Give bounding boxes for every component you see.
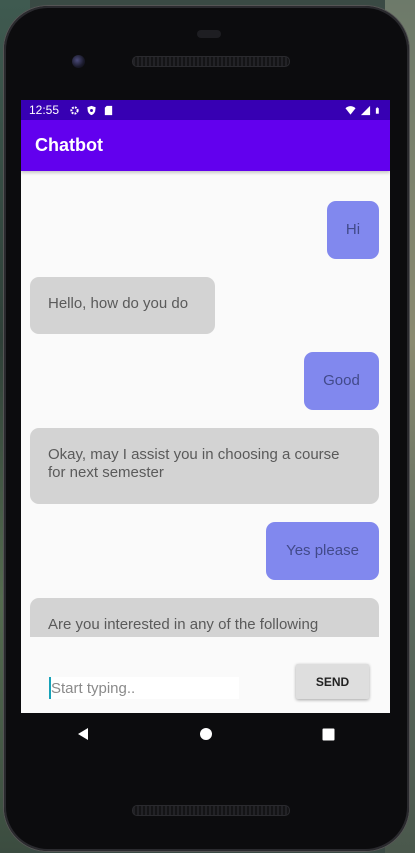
shield-icon — [87, 105, 96, 115]
home-icon — [199, 728, 212, 740]
send-button[interactable]: SEND — [296, 664, 369, 699]
app-bar: Chatbot — [21, 120, 390, 171]
user-message: Good — [304, 352, 379, 410]
user-message: Hi — [327, 201, 379, 259]
message-text: Yes please — [286, 542, 359, 559]
message-text: Are you interested in any of the followi… — [48, 616, 319, 633]
bot-message: Okay, may I assist you in choosing a cou… — [30, 428, 379, 504]
composer-bar: SEND — [21, 637, 390, 713]
message-text: Hello, how do you do — [48, 295, 189, 312]
back-button[interactable] — [73, 724, 93, 744]
app-screen: 12:55 Chatbot Hi Hello, how do you do Go… — [21, 100, 390, 713]
bottom-speaker — [132, 805, 290, 816]
top-speaker — [132, 56, 290, 67]
earpiece — [197, 30, 221, 38]
message-input[interactable] — [49, 677, 239, 699]
message-text: Okay, may I assist you in choosing a cou… — [48, 446, 340, 481]
front-camera — [72, 55, 85, 68]
status-bar: 12:55 — [21, 100, 390, 120]
navigation-bar — [21, 713, 390, 755]
battery-icon — [375, 106, 379, 114]
chat-list[interactable]: Hi Hello, how do you do Good Okay, may I… — [21, 171, 390, 637]
bot-message: Hello, how do you do — [30, 277, 215, 334]
message-text: Hi — [345, 221, 361, 238]
sd-card-icon — [104, 105, 113, 115]
recents-button[interactable] — [319, 724, 339, 744]
status-notification-icons — [69, 105, 114, 116]
back-icon — [77, 728, 88, 740]
wifi-icon — [345, 105, 356, 115]
status-time: 12:55 — [29, 103, 60, 117]
signal-icon — [360, 105, 371, 115]
status-system-icons — [345, 105, 382, 116]
gear-icon — [70, 105, 79, 115]
home-button[interactable] — [196, 724, 216, 744]
user-message: Yes please — [266, 522, 379, 580]
bot-message: Are you interested in any of the followi… — [30, 598, 379, 637]
message-text: Good — [323, 372, 360, 389]
recents-icon — [322, 728, 335, 740]
app-title: Chatbot — [35, 135, 103, 155]
